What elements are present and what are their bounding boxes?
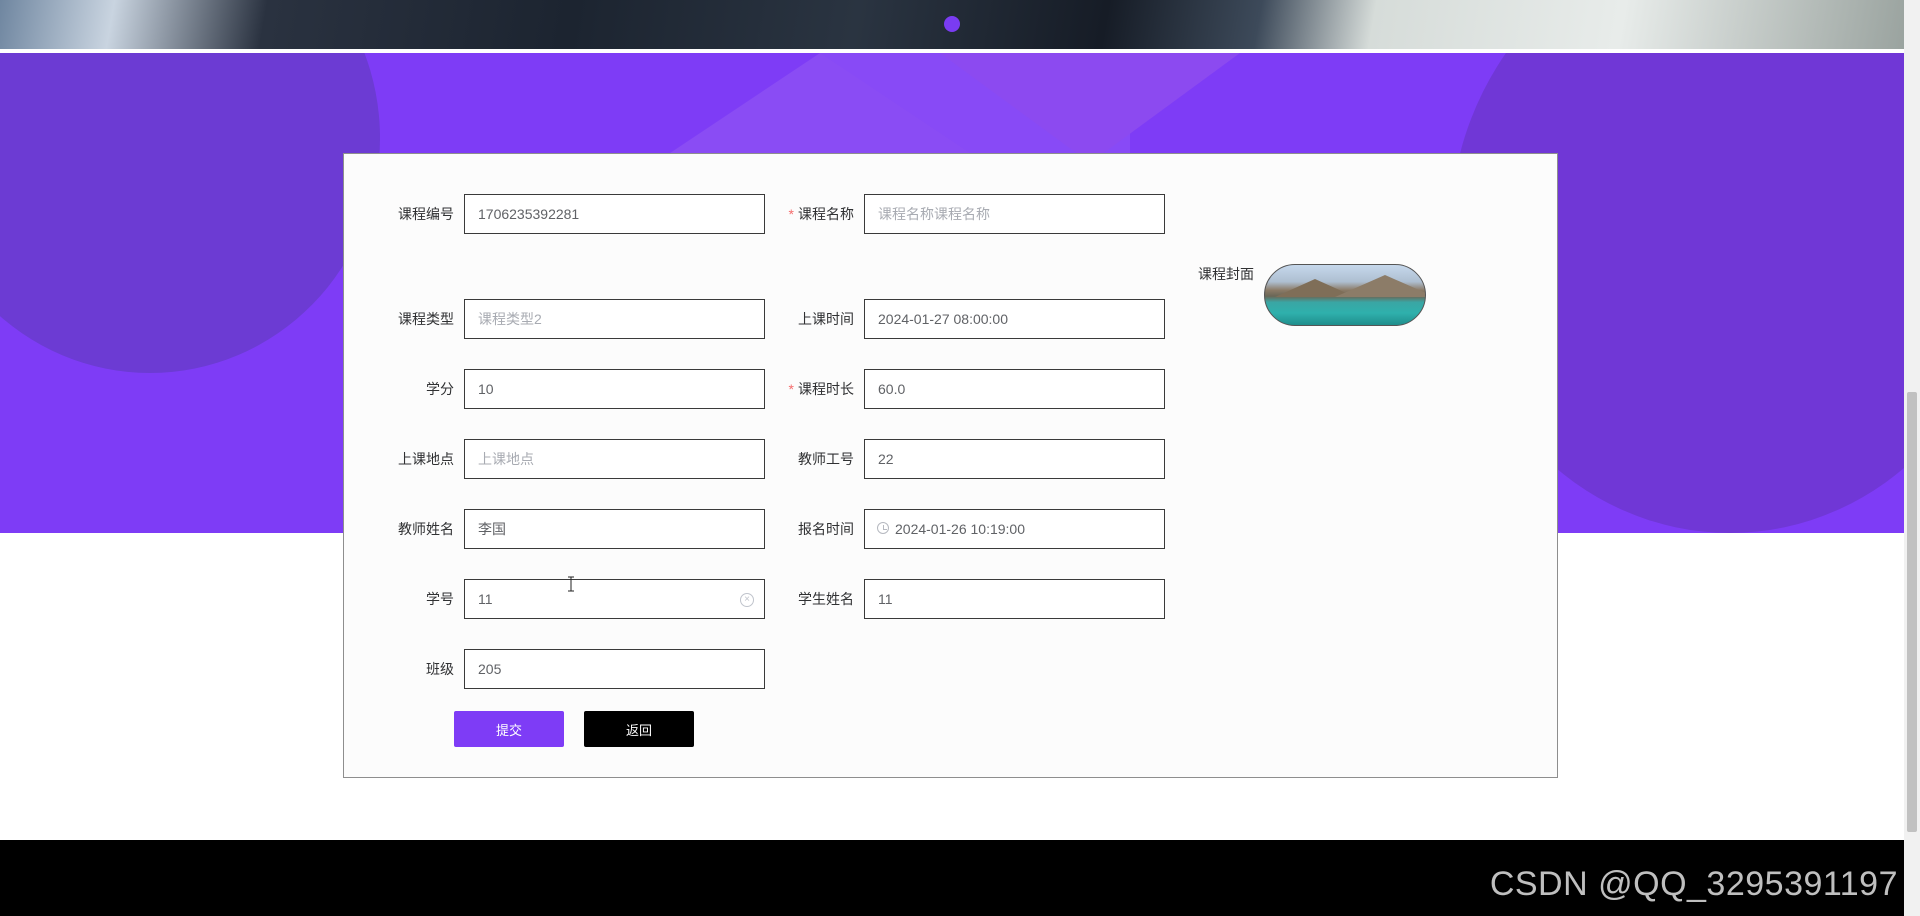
course-cover-image[interactable] bbox=[1264, 264, 1426, 326]
csdn-watermark: CSDN @QQ_3295391197 bbox=[1489, 865, 1898, 903]
course-name-input[interactable] bbox=[864, 194, 1165, 234]
class-time-input[interactable] bbox=[864, 299, 1165, 339]
student-id-value: 11 bbox=[478, 591, 493, 607]
course-id-input[interactable] bbox=[464, 194, 765, 234]
scrollbar-thumb[interactable] bbox=[1907, 392, 1917, 832]
cover-label: 课程封面 bbox=[1198, 266, 1254, 282]
page-footer: CSDN @QQ_3295391197 bbox=[0, 840, 1904, 916]
submit-button[interactable]: 提交 bbox=[454, 711, 564, 747]
course-id-label: 课程编号 bbox=[398, 206, 454, 222]
signup-time-value: 2024-01-26 10:19:00 bbox=[895, 521, 1025, 537]
carousel-indicator-dot[interactable] bbox=[944, 16, 960, 32]
teacher-id-label: 教师工号 bbox=[798, 451, 854, 467]
credits-label: 学分 bbox=[426, 381, 454, 397]
location-label: 上课地点 bbox=[398, 451, 454, 467]
student-id-input[interactable]: 11 × bbox=[464, 579, 765, 619]
credits-input[interactable] bbox=[464, 369, 765, 409]
student-id-label: 学号 bbox=[426, 591, 454, 607]
signup-time-picker[interactable]: 2024-01-26 10:19:00 bbox=[864, 509, 1165, 549]
class-no-label: 班级 bbox=[426, 661, 454, 677]
required-mark: * bbox=[788, 206, 794, 222]
class-time-label: 上课时间 bbox=[798, 311, 854, 327]
location-input[interactable] bbox=[464, 439, 765, 479]
course-form-card: 课程编号 *课程名称 课程类型 上课时间 课程封面 学分 *课程时长 上课地点 … bbox=[343, 153, 1558, 778]
course-type-label: 课程类型 bbox=[398, 311, 454, 327]
course-type-input[interactable] bbox=[464, 299, 765, 339]
signup-time-label: 报名时间 bbox=[798, 521, 854, 537]
course-name-label: * 课程名称 bbox=[788, 206, 854, 222]
decor-triangle-2 bbox=[940, 53, 1240, 163]
text-cursor-icon bbox=[568, 576, 574, 592]
cover-mountain bbox=[1335, 275, 1425, 297]
hero-carousel-banner bbox=[0, 0, 1904, 49]
duration-label: * 课程时长 bbox=[788, 381, 854, 397]
teacher-name-label: 教师姓名 bbox=[398, 521, 454, 537]
teacher-name-input[interactable] bbox=[464, 509, 765, 549]
required-mark: * bbox=[788, 381, 794, 397]
teacher-id-input[interactable] bbox=[864, 439, 1165, 479]
clock-icon bbox=[877, 522, 889, 534]
duration-input[interactable] bbox=[864, 369, 1165, 409]
decor-circle-left bbox=[0, 53, 380, 373]
student-name-label: 学生姓名 bbox=[798, 591, 854, 607]
back-button[interactable]: 返回 bbox=[584, 711, 694, 747]
page-scrollbar[interactable] bbox=[1904, 0, 1920, 916]
class-no-input[interactable] bbox=[464, 649, 765, 689]
clear-icon[interactable]: × bbox=[740, 593, 754, 607]
student-name-input[interactable] bbox=[864, 579, 1165, 619]
